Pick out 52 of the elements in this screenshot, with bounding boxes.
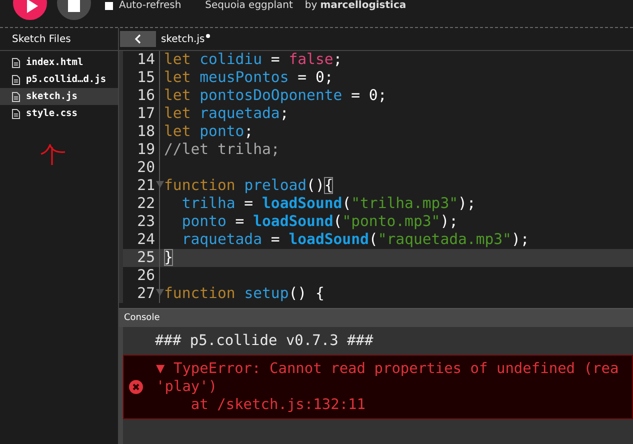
line-number: 18 [137, 123, 155, 141]
play-icon [24, 0, 38, 13]
code-line: trilha = loadSound("trilha.mp3"); [182, 195, 476, 213]
console-message: ### p5.collide v0.7.3 ### [155, 332, 374, 350]
code-line: let colidiu = false; [164, 51, 342, 69]
line-number: 22 [137, 195, 155, 213]
code-line: let ponto; [164, 123, 254, 141]
code-line: let pontosDoOponente = 0; [164, 87, 387, 105]
code-line: let raquetada; [164, 105, 289, 123]
error-icon [129, 380, 143, 394]
arrow-drawing [40, 144, 66, 166]
line-number: 26 [137, 267, 155, 285]
sidebar-title: Sketch Files [0, 28, 118, 51]
error-message: ▼ TypeError: Cannot read properties of undefined (rea [156, 360, 619, 378]
line-number: 14 [137, 51, 155, 69]
code-line: function preload(){ [164, 177, 334, 195]
file-icon [12, 74, 20, 84]
auto-refresh-checkbox[interactable] [105, 2, 113, 10]
file-icon [12, 58, 20, 68]
stop-icon [68, 0, 80, 12]
author-prefix: by [304, 0, 318, 11]
line-number: 19 [137, 141, 155, 159]
line-number: 25 [137, 249, 155, 267]
error-message: at /sketch.js:132:11 [190, 396, 367, 414]
sketch-name[interactable]: Sequoia eggplant [205, 0, 293, 11]
line-number: 24 [137, 231, 155, 249]
code-line: raquetada = loadSound("raquetada.mp3"); [182, 231, 530, 249]
line-number: 17 [137, 105, 155, 123]
code-line: } [164, 249, 173, 267]
file-icon [12, 92, 20, 102]
code-line: let meusPontos = 0; [164, 69, 334, 87]
chevron-left-icon [135, 34, 141, 44]
line-number: 27 [137, 285, 155, 303]
line-number: 23 [137, 213, 155, 231]
line-number: 15 [137, 69, 155, 87]
console-title: Console [119, 308, 633, 327]
collapse-sidebar-button[interactable] [120, 31, 156, 47]
line-number: 16 [137, 87, 155, 105]
line-number: 20 [137, 159, 155, 177]
file-icon [12, 108, 20, 118]
author-link[interactable]: marcellogistica [320, 0, 406, 11]
file-item[interactable]: p5.collid…d.js [0, 71, 118, 88]
file-item[interactable]: index.html [0, 54, 118, 71]
code-line: //let trilha; [164, 141, 280, 159]
file-item[interactable]: sketch.js [0, 88, 118, 105]
auto-refresh-label: Auto-refresh [119, 0, 182, 11]
code-line: ponto = loadSound("ponto.mp3"); [182, 213, 458, 231]
line-number: 21 [137, 177, 155, 195]
error-message: 'play') [156, 378, 218, 396]
code-line: function setup() { [164, 285, 324, 303]
file-item[interactable]: style.css [0, 105, 118, 122]
file-tab[interactable]: sketch.js [161, 34, 205, 44]
